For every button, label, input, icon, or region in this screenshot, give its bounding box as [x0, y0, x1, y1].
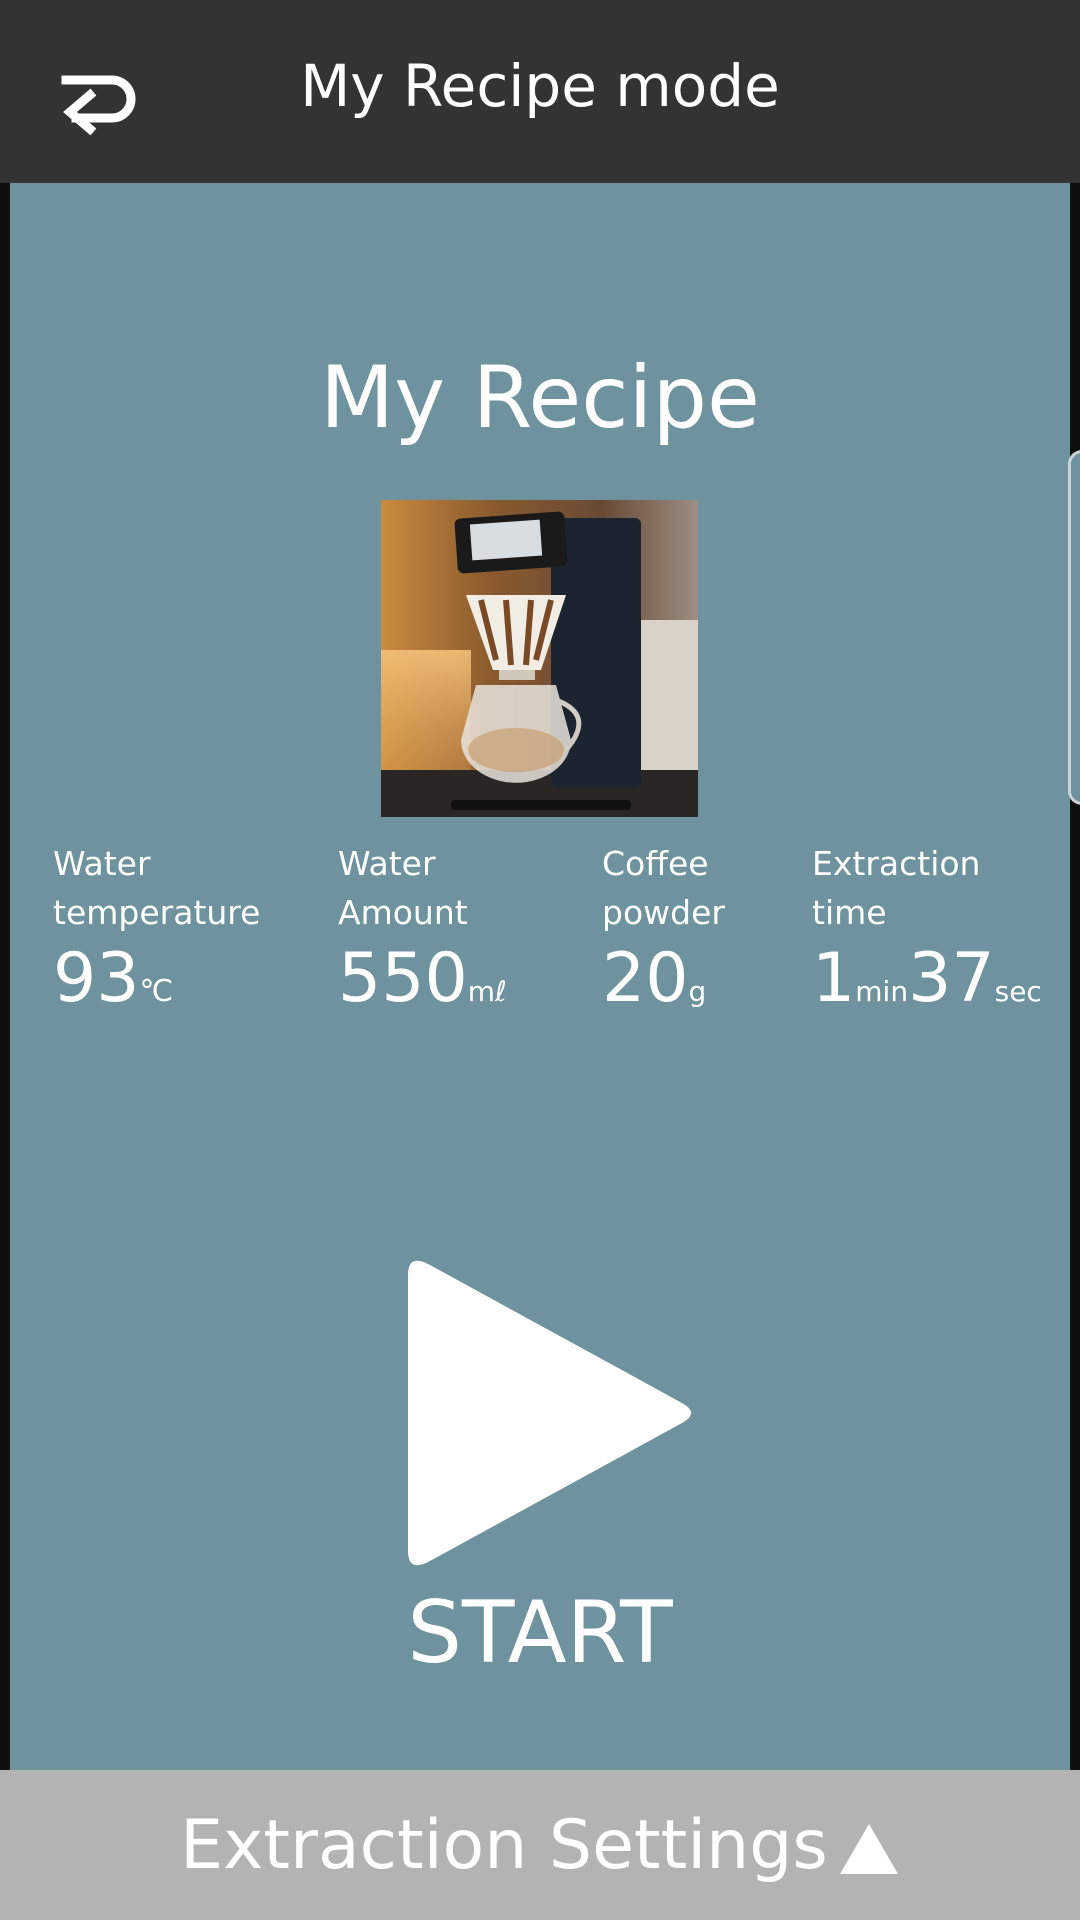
stat-label: Coffee powder [602, 844, 725, 932]
stat-unit: g [688, 975, 707, 1008]
stat-value: 93℃ [53, 941, 283, 1017]
stat-label: Extraction time [812, 844, 981, 932]
recipe-title: My Recipe [320, 348, 760, 448]
page-title: My Recipe mode [300, 52, 780, 120]
extraction-settings-bar[interactable]: Extraction Settings [0, 1770, 1080, 1920]
coffee-machine-photo [381, 500, 698, 817]
top-bar: My Recipe mode [0, 0, 1080, 183]
extraction-settings-label: Extraction Settings [180, 1806, 828, 1885]
stat-unit-sec: sec [994, 975, 1042, 1008]
stat-unit: ℃ [139, 974, 174, 1009]
play-icon [408, 1260, 691, 1566]
stat-value: 550mℓ [338, 941, 507, 1017]
stat-seconds: 37 [908, 939, 995, 1018]
stat-value: 1min37sec [812, 941, 1042, 1017]
stat-value: 20g [602, 941, 752, 1017]
stat-unit-min: min [855, 975, 909, 1008]
start-label[interactable]: START [10, 1583, 1070, 1683]
stat-extraction-time: Extraction time 1min37sec [812, 839, 1042, 1017]
stat-label: Water Amount [338, 844, 468, 932]
edge-panel-handle[interactable] [1068, 450, 1080, 805]
stat-number: 93 [53, 939, 140, 1018]
stat-number: 550 [338, 939, 468, 1018]
stat-water-temperature: Water temperature 93℃ [53, 839, 283, 1017]
triangle-up-icon [839, 1824, 898, 1875]
extraction-settings-row: Extraction Settings [0, 1804, 1080, 1888]
stat-water-amount: Water Amount 550mℓ [338, 839, 507, 1017]
stat-minutes: 1 [812, 939, 856, 1018]
stat-unit: mℓ [467, 975, 507, 1008]
stat-label: Water temperature [53, 844, 261, 932]
stat-number: 20 [602, 939, 689, 1018]
start-button[interactable] [400, 1253, 700, 1573]
recipe-panel: My Recipe Water temperature 93℃ Water Am… [10, 183, 1070, 1770]
stat-coffee-powder: Coffee powder 20g [602, 839, 752, 1017]
coffee-machine-image [381, 500, 698, 817]
